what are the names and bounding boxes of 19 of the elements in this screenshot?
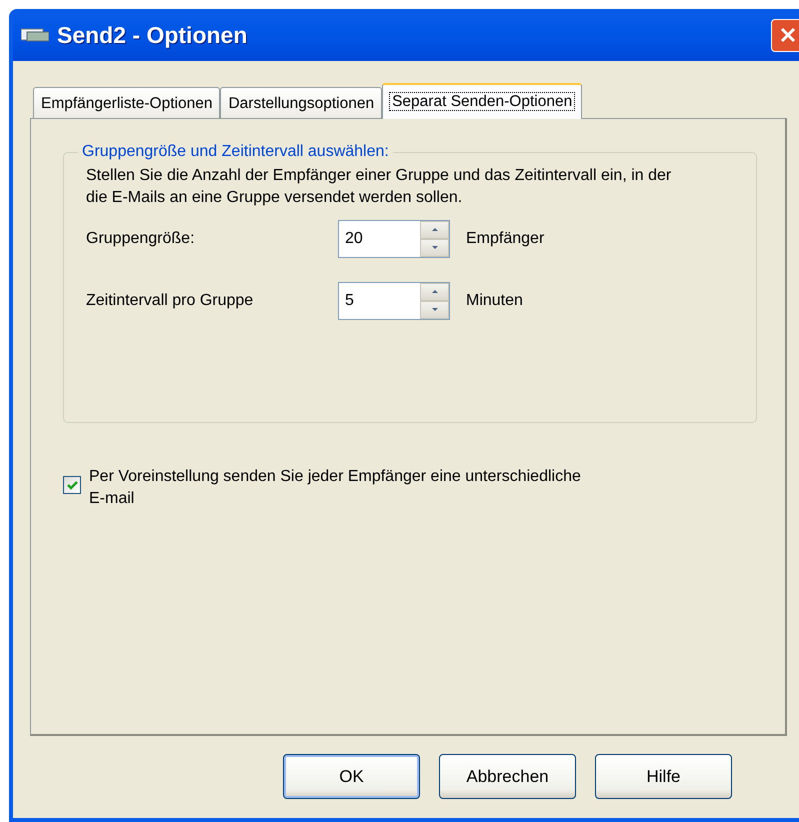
dialog-button[interactable]: OK <box>283 754 420 799</box>
app-icon <box>21 27 49 43</box>
dialog-button[interactable]: Abbrechen <box>439 754 576 799</box>
checkbox-label: Per Voreinstellung senden Sie jeder Empfänger eine unterschiedliche E-mail <box>89 467 582 509</box>
description-text: Stellen Sie die Anzahl der Empfänger einer Gruppe und das Zeitintervall ein, in der die E-Mails an eine Gruppe versendet werden sollen. <box>86 166 672 208</box>
checkbox[interactable] <box>63 476 81 494</box>
window-title: Send2 - Optionen <box>57 22 248 48</box>
tab[interactable]: Darstellungsoptionen <box>220 87 382 119</box>
field-label: Gruppengröße: <box>86 230 196 248</box>
group-title: Gruppengröße und Zeitintervall auswählen: <box>81 143 390 161</box>
tab[interactable]: Empfängerliste-Optionen <box>33 87 220 119</box>
field-label: Zeitintervall pro Gruppe <box>86 292 254 310</box>
close-icon <box>780 27 796 43</box>
check-icon <box>66 480 78 490</box>
unit-label: Empfänger <box>466 230 544 248</box>
unit-label: Minuten <box>466 292 523 310</box>
tab[interactable]: Separat Senden-Optionen <box>382 83 582 119</box>
close-button[interactable] <box>771 18 799 52</box>
dialog-button[interactable]: Hilfe <box>595 754 732 799</box>
